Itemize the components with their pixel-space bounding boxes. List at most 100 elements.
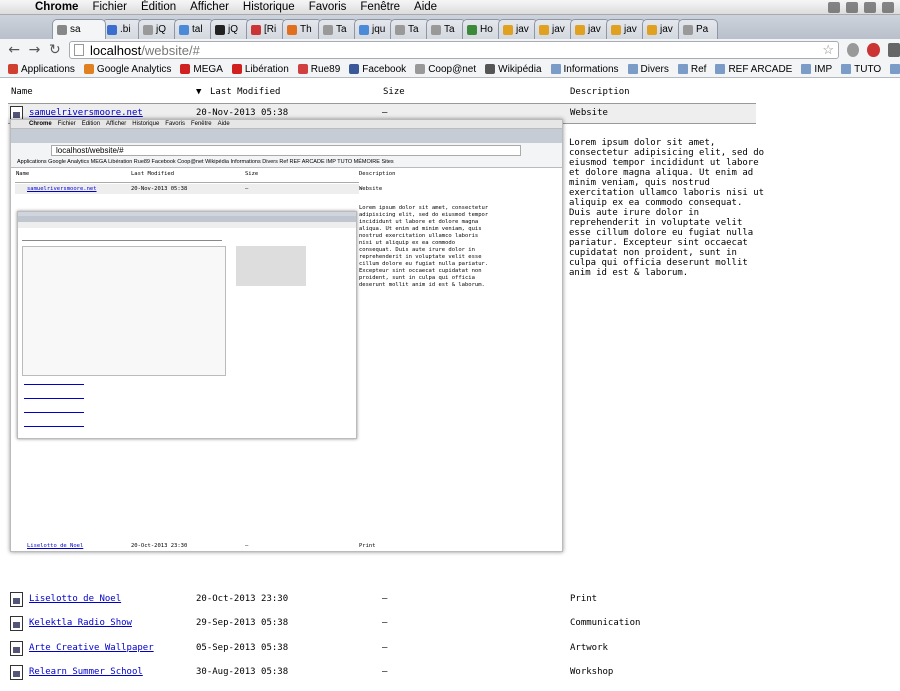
back-arrow-icon[interactable]: ← — [8, 43, 20, 57]
bookmark-item[interactable]: MEGA — [180, 64, 223, 75]
preview-menu-item: Historique — [132, 121, 160, 127]
header-last-modified[interactable]: Last Modified — [210, 87, 280, 101]
browser-tab[interactable]: jav — [570, 19, 610, 39]
browser-tab[interactable]: Th — [282, 19, 322, 39]
tab-favicon-icon — [57, 24, 67, 35]
tab-favicon-icon — [107, 24, 117, 35]
folder-icon — [627, 64, 638, 74]
row-size: — — [382, 108, 388, 118]
tab-favicon-icon — [143, 24, 153, 35]
menubar-tray — [828, 1, 900, 13]
bookmark-star-icon[interactable]: ☆ — [822, 42, 838, 58]
nested-toolbar — [18, 222, 356, 228]
browser-tab[interactable]: Ta — [426, 19, 466, 39]
browser-tab[interactable]: Ta — [318, 19, 358, 39]
forward-arrow-icon[interactable]: → — [28, 43, 41, 57]
header-description[interactable]: Description — [570, 87, 630, 101]
sort-arrow-icon[interactable]: ▼ — [196, 87, 201, 101]
screenshot-preview[interactable]: Chrome Fichier Édition Afficher Historiq… — [10, 119, 563, 552]
preview-header-modified: Last Modified — [131, 171, 175, 177]
browser-tab[interactable]: jav — [498, 19, 538, 39]
row-description: Workshop — [570, 667, 614, 677]
tab-strip: sa .bi jQ tal jQ [Ri Th Ta jqu Ta Ta Ho jav jav jav jav… — [0, 15, 900, 39]
browser-tab[interactable]: Ta — [390, 19, 430, 39]
browser-tab[interactable]: jav — [534, 19, 574, 39]
bookmark-folder[interactable]: MÉMOIRE — [890, 64, 900, 75]
bookmark-item[interactable]: Applications — [8, 64, 75, 75]
menu-fenetre[interactable]: Fenêtre — [353, 1, 407, 13]
browser-tab[interactable]: [Ri — [246, 19, 286, 39]
bookmark-item[interactable]: Facebook — [349, 64, 406, 75]
preview-tab-strip — [11, 129, 562, 143]
header-size[interactable]: Size — [383, 87, 405, 101]
bookmark-item[interactable]: Wikipédia — [485, 64, 542, 75]
bookmark-folder[interactable]: TUTO — [841, 64, 881, 75]
menu-app-name[interactable]: Chrome — [28, 1, 85, 13]
bookmark-folder[interactable]: Ref — [677, 63, 707, 75]
bookmark-item[interactable]: Coop@net — [415, 64, 476, 75]
menu-edition[interactable]: Édition — [134, 1, 183, 13]
folder-icon — [677, 64, 688, 74]
menu-aide[interactable]: Aide — [407, 1, 444, 13]
tray-icon[interactable] — [828, 1, 840, 13]
bookmark-item[interactable]: Rue89 — [297, 64, 340, 75]
browser-tab[interactable]: jQ — [138, 19, 178, 39]
reload-icon[interactable]: ↻ — [49, 43, 61, 57]
extension-icon[interactable] — [887, 43, 900, 57]
tab-label: .bi — [120, 24, 131, 35]
adblock-icon[interactable] — [867, 43, 880, 57]
row-name-link[interactable]: Liselotto de Noel — [29, 594, 121, 604]
folder-icon — [715, 64, 726, 74]
nested-line — [22, 240, 222, 241]
file-icon[interactable] — [10, 616, 23, 631]
tray-icon[interactable] — [846, 1, 858, 13]
bookmark-item[interactable]: Libération — [231, 63, 289, 75]
row-name-link[interactable]: Relearn Summer School — [29, 667, 143, 677]
row-name-link[interactable]: Kelektla Radio Show — [29, 618, 132, 628]
browser-tab[interactable]: sa — [52, 19, 106, 39]
preview-row-size: — — [245, 543, 249, 549]
row-size: — — [382, 594, 388, 604]
bookmark-folder[interactable]: Informations — [550, 64, 619, 75]
bookmark-folder[interactable]: IMP — [801, 64, 832, 75]
preview-divider — [15, 182, 359, 183]
browser-tab[interactable]: tal — [174, 19, 214, 39]
bookmark-folder[interactable]: Divers — [627, 64, 669, 75]
menu-historique[interactable]: Historique — [236, 1, 302, 13]
menu-favoris[interactable]: Favoris — [302, 1, 354, 13]
profile-icon[interactable] — [846, 43, 860, 57]
file-icon[interactable] — [10, 592, 23, 607]
browser-tab[interactable]: jqu — [354, 19, 394, 39]
tab-favicon-icon — [179, 24, 189, 35]
bookmark-favicon-icon — [180, 64, 191, 74]
browser-tab[interactable]: jQ — [210, 19, 250, 39]
row-name-link[interactable]: samuelriversmoore.net — [29, 108, 143, 118]
preview-url: localhost/website/# — [51, 144, 521, 156]
tab-label: Ho — [480, 24, 493, 35]
browser-tab[interactable]: jav — [642, 19, 682, 39]
tray-icon[interactable] — [864, 1, 876, 13]
bookmark-folder[interactable]: REF ARCADE — [715, 64, 792, 75]
preview-table-row: Liselotto de Noel 20-Oct-2013 23:30 — Print — [15, 541, 376, 551]
bookmark-item[interactable]: Google Analytics — [83, 64, 171, 75]
tab-label: jav — [588, 24, 601, 35]
tab-label: Ta — [336, 24, 347, 35]
browser-tab[interactable]: .bi — [102, 19, 142, 39]
row-name-link[interactable]: Arte Creative Wallpaper — [29, 643, 154, 653]
folder-icon — [841, 64, 852, 74]
menu-fichier[interactable]: Fichier — [85, 1, 134, 13]
file-icon[interactable] — [10, 641, 23, 656]
address-bar[interactable]: localhost /website/# ☆ — [68, 41, 839, 59]
row-last-modified: 05-Sep-2013 05:38 — [196, 643, 289, 653]
tray-icon[interactable] — [882, 1, 894, 13]
bookmark-label: Libération — [244, 63, 289, 75]
bookmark-label: Ref — [690, 63, 707, 75]
browser-tab[interactable]: Ho — [462, 19, 502, 39]
header-name[interactable]: Name — [11, 87, 33, 101]
file-icon[interactable] — [10, 665, 23, 680]
menu-afficher[interactable]: Afficher — [183, 1, 236, 13]
nested-link — [24, 426, 84, 427]
browser-tab[interactable]: Pa — [678, 19, 718, 39]
browser-tab[interactable]: jav — [606, 19, 646, 39]
browser-toolbar: ← → ↻ localhost /website/# ☆ — [0, 39, 900, 61]
